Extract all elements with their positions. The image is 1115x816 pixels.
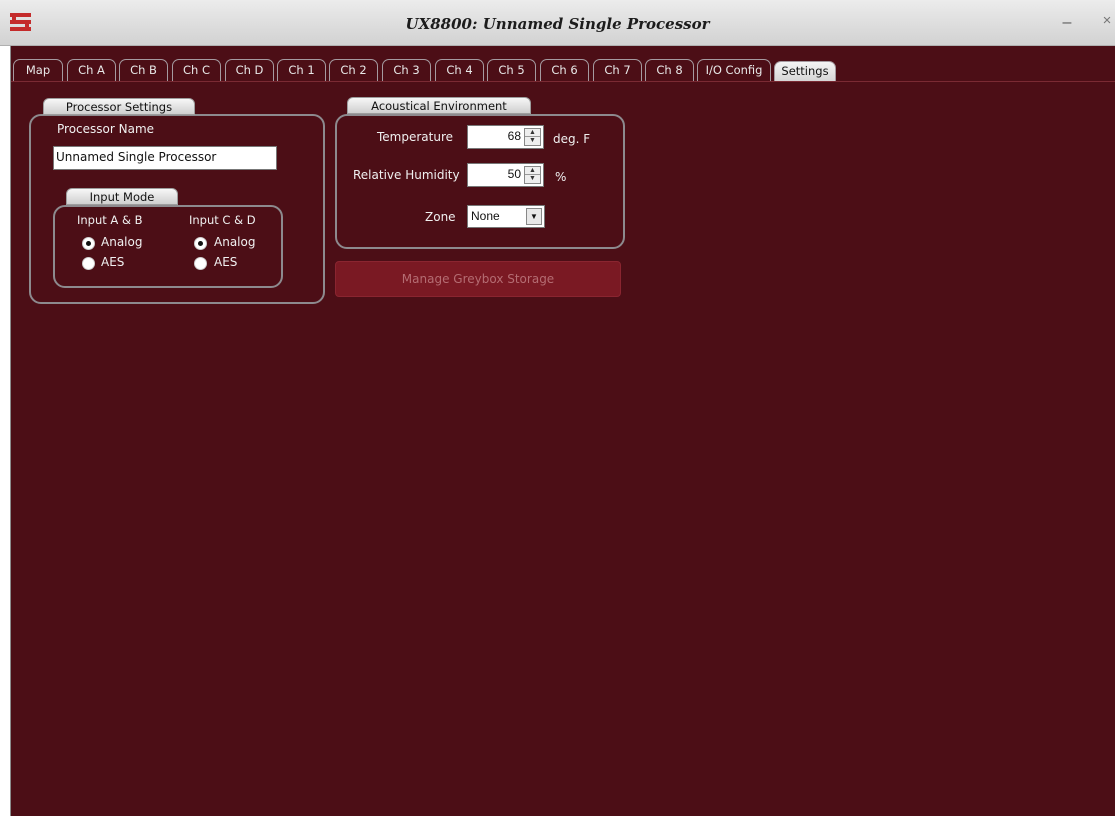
tab-ch-c[interactable]: Ch C bbox=[172, 59, 221, 81]
spin-up-icon[interactable]: ▲ bbox=[525, 167, 540, 175]
tab-io-config[interactable]: I/O Config bbox=[697, 59, 771, 81]
tab-ch-4[interactable]: Ch 4 bbox=[435, 59, 484, 81]
humidity-value: 50 bbox=[507, 167, 521, 181]
input-cd-analog-radio[interactable] bbox=[194, 237, 207, 250]
input-ab-analog-radio[interactable] bbox=[82, 237, 95, 250]
zone-value: None bbox=[471, 209, 500, 223]
tab-ch-a[interactable]: Ch A bbox=[67, 59, 116, 81]
chevron-down-icon[interactable]: ▼ bbox=[526, 208, 542, 225]
input-ab-label: Input A & B bbox=[77, 213, 143, 227]
tab-ch-3[interactable]: Ch 3 bbox=[382, 59, 431, 81]
input-ab-analog-label: Analog bbox=[101, 235, 143, 249]
window-title: UX8800: Unnamed Single Processor bbox=[405, 15, 710, 33]
tab-ch-d[interactable]: Ch D bbox=[225, 59, 274, 81]
humidity-spin-buttons[interactable]: ▲ ▼ bbox=[524, 166, 541, 184]
tab-settings[interactable]: Settings bbox=[774, 61, 836, 81]
app-window: UX8800: Unnamed Single Processor – × Map… bbox=[0, 0, 1115, 816]
main-content: Map Ch A Ch B Ch C Ch D Ch 1 Ch 2 Ch 3 C… bbox=[10, 46, 1115, 816]
humidity-label: Relative Humidity bbox=[353, 168, 460, 182]
title-bar: UX8800: Unnamed Single Processor – × bbox=[0, 0, 1115, 46]
spin-down-icon[interactable]: ▼ bbox=[525, 137, 540, 145]
input-cd-analog-label: Analog bbox=[214, 235, 256, 249]
tab-bar-divider bbox=[11, 81, 1115, 82]
temperature-unit: deg. F bbox=[553, 132, 591, 146]
input-mode-label: Input Mode bbox=[66, 188, 178, 205]
manage-greybox-storage-button[interactable]: Manage Greybox Storage bbox=[335, 261, 621, 297]
input-cd-aes-radio[interactable] bbox=[194, 257, 207, 270]
zone-label: Zone bbox=[425, 210, 456, 224]
processor-name-field[interactable]: Unnamed Single Processor bbox=[53, 146, 277, 170]
processor-settings-label: Processor Settings bbox=[43, 98, 195, 115]
temperature-value: 68 bbox=[507, 129, 521, 143]
input-ab-aes-radio[interactable] bbox=[82, 257, 95, 270]
acoustical-environment-label: Acoustical Environment bbox=[347, 97, 531, 114]
tab-ch-2[interactable]: Ch 2 bbox=[329, 59, 378, 81]
humidity-spinner[interactable]: 50 ▲ ▼ bbox=[467, 163, 544, 187]
temperature-spin-buttons[interactable]: ▲ ▼ bbox=[524, 128, 541, 146]
zone-select[interactable]: None ▼ bbox=[467, 205, 545, 228]
tab-bar: Map Ch A Ch B Ch C Ch D Ch 1 Ch 2 Ch 3 C… bbox=[11, 59, 1115, 81]
tab-map[interactable]: Map bbox=[13, 59, 63, 81]
spin-up-icon[interactable]: ▲ bbox=[525, 129, 540, 137]
temperature-spinner[interactable]: 68 ▲ ▼ bbox=[467, 125, 544, 149]
input-cd-label: Input C & D bbox=[189, 213, 256, 227]
close-button[interactable]: × bbox=[1098, 12, 1115, 30]
input-ab-aes-label: AES bbox=[101, 255, 125, 269]
tab-ch-5[interactable]: Ch 5 bbox=[487, 59, 536, 81]
minimize-button[interactable]: – bbox=[1058, 14, 1076, 32]
processor-name-label: Processor Name bbox=[57, 122, 155, 136]
tab-ch-b[interactable]: Ch B bbox=[119, 59, 168, 81]
tab-ch-6[interactable]: Ch 6 bbox=[540, 59, 589, 81]
tab-ch-1[interactable]: Ch 1 bbox=[277, 59, 326, 81]
spin-down-icon[interactable]: ▼ bbox=[525, 175, 540, 183]
tab-ch-7[interactable]: Ch 7 bbox=[593, 59, 642, 81]
humidity-unit: % bbox=[555, 170, 567, 184]
temperature-label: Temperature bbox=[377, 130, 454, 144]
input-cd-aes-label: AES bbox=[214, 255, 238, 269]
tab-ch-8[interactable]: Ch 8 bbox=[645, 59, 694, 81]
